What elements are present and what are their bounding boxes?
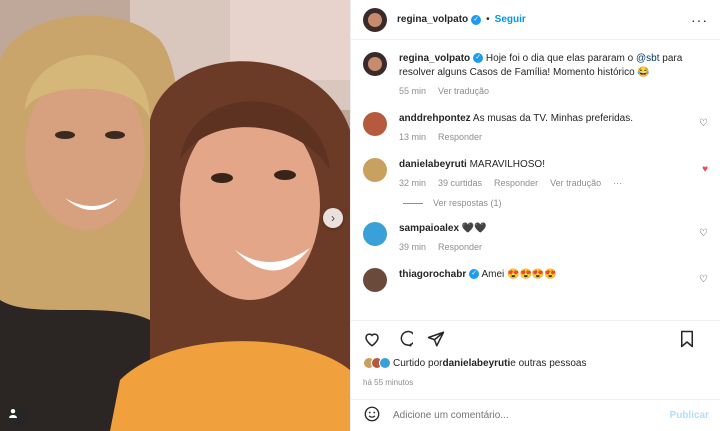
- post-photo[interactable]: ›: [0, 0, 350, 431]
- comment-meta: 39 min Responder: [399, 242, 699, 252]
- liker-avatars: [363, 357, 391, 369]
- author-username[interactable]: regina_volpato: [397, 14, 468, 25]
- reply-link[interactable]: Responder: [438, 242, 482, 252]
- heart-icon[interactable]: ♡: [699, 118, 708, 129]
- caption: regina_volpato ✓ Hoje foi o dia que elas …: [363, 52, 708, 96]
- comment-time: 32 min: [399, 178, 427, 188]
- liker-avatar: [379, 357, 391, 369]
- comment-time: 13 min: [399, 132, 427, 142]
- comment-button[interactable]: [395, 330, 413, 348]
- comment-text: sampaioalex 🖤🖤: [399, 222, 699, 236]
- caption-translate-link[interactable]: Ver tradução: [438, 86, 489, 96]
- commenter-username[interactable]: thiagorochabr: [399, 269, 466, 280]
- comment-body: 🖤🖤: [461, 223, 487, 234]
- save-button[interactable]: [679, 330, 695, 348]
- instagram-post: › regina_volpato ✓ • Seguir ··· regina_v…: [0, 0, 720, 431]
- likes-prefix: Curtido por: [393, 357, 443, 369]
- comment-item: sampaioalex 🖤🖤 39 min Responder ♡: [363, 222, 708, 252]
- comment-icon: [400, 330, 413, 346]
- commenter-username[interactable]: sampaioalex: [399, 223, 459, 234]
- likes-suffix: e outras pessoas: [510, 357, 587, 369]
- tagged-users-button[interactable]: [8, 408, 28, 428]
- action-bar: [351, 320, 720, 356]
- verified-icon: ✓: [471, 14, 482, 25]
- commenter-username[interactable]: danielabeyruti: [399, 159, 467, 170]
- commenter-avatar[interactable]: [363, 268, 387, 292]
- caption-username[interactable]: regina_volpato: [399, 53, 470, 64]
- comment-more-icon[interactable]: ···: [613, 178, 622, 188]
- comment-meta: 13 min Responder: [399, 132, 699, 142]
- more-options-icon[interactable]: ···: [691, 12, 708, 28]
- heart-icon[interactable]: ♡: [699, 274, 708, 285]
- comment-text: anddrehpontez As musas da TV. Minhas pre…: [399, 112, 699, 126]
- share-button[interactable]: [427, 330, 445, 348]
- add-comment-bar: Publicar: [351, 399, 720, 431]
- caption-text-before: Hoje foi o dia que elas pararam o: [485, 53, 637, 64]
- comment-body: Amei 😍😍😍😍: [481, 269, 557, 280]
- author-avatar[interactable]: [363, 7, 387, 32]
- follow-button[interactable]: Seguir: [495, 14, 526, 25]
- reply-link[interactable]: Responder: [438, 132, 482, 142]
- reply-link[interactable]: Responder: [494, 178, 538, 188]
- user-icon: [9, 409, 17, 418]
- separator-dot: •: [486, 14, 490, 25]
- view-replies-label[interactable]: Ver respostas (1): [433, 198, 502, 208]
- publish-button[interactable]: Publicar: [670, 410, 709, 421]
- bookmark-icon: [681, 330, 693, 347]
- commenter-avatar[interactable]: [363, 112, 387, 136]
- caption-meta: 55 min Ver tradução: [399, 86, 699, 96]
- comment-body: MARAVILHOSO!: [469, 159, 545, 170]
- verified-icon: ✓: [469, 269, 480, 280]
- comments-list[interactable]: regina_volpato ✓ Hoje foi o dia que elas …: [351, 40, 720, 320]
- post-timestamp[interactable]: há 55 minutos: [363, 378, 413, 387]
- commenter-avatar[interactable]: [363, 222, 387, 246]
- next-photo-button[interactable]: ›: [323, 208, 343, 228]
- likes-user[interactable]: danielabeyruti: [442, 358, 510, 369]
- comment-text: thiagorochabr ✓ Amei 😍😍😍😍: [399, 268, 699, 282]
- like-button[interactable]: [363, 330, 381, 348]
- post-side-panel: regina_volpato ✓ • Seguir ··· regina_vol…: [350, 0, 720, 431]
- chevron-right-icon: ›: [331, 211, 335, 225]
- comment-likes-count[interactable]: 39 curtidas: [438, 178, 482, 188]
- comment-item: thiagorochabr ✓ Amei 😍😍😍😍 ♡: [363, 268, 708, 292]
- comment-input[interactable]: [393, 410, 670, 421]
- photo-illustration: [0, 0, 350, 431]
- verified-icon: ✓: [473, 53, 484, 64]
- emoji-icon[interactable]: [363, 405, 381, 426]
- heart-outline-icon: [365, 332, 379, 347]
- commenter-username[interactable]: anddrehpontez: [399, 113, 471, 124]
- send-icon: [427, 331, 445, 346]
- likes-summary[interactable]: Curtido por danielabeyruti e outras pess…: [363, 357, 586, 369]
- heart-icon[interactable]: ♡: [699, 228, 708, 239]
- comment-text: danielabeyruti MARAVILHOSO!: [399, 158, 699, 172]
- view-replies[interactable]: Ver respostas (1): [403, 198, 708, 208]
- replies-line: [403, 202, 423, 204]
- mention-link[interactable]: @sbt: [636, 53, 660, 64]
- comment-item: danielabeyruti MARAVILHOSO! 32 min 39 cu…: [363, 158, 708, 188]
- post-header: regina_volpato ✓ • Seguir ···: [351, 0, 720, 40]
- caption-avatar[interactable]: [363, 52, 387, 76]
- comment-meta: 32 min 39 curtidas Responder Ver traduçã…: [399, 178, 699, 188]
- caption-text: regina_volpato ✓ Hoje foi o dia que elas …: [399, 52, 699, 80]
- comment-body: As musas da TV. Minhas preferidas.: [472, 113, 633, 124]
- comment-item: anddrehpontez As musas da TV. Minhas pre…: [363, 112, 708, 142]
- caption-time: 55 min: [399, 86, 427, 96]
- comment-time: 39 min: [399, 242, 427, 252]
- commenter-avatar[interactable]: [363, 158, 387, 182]
- heart-filled-icon[interactable]: ♥: [702, 164, 708, 175]
- translate-link[interactable]: Ver tradução: [550, 178, 601, 188]
